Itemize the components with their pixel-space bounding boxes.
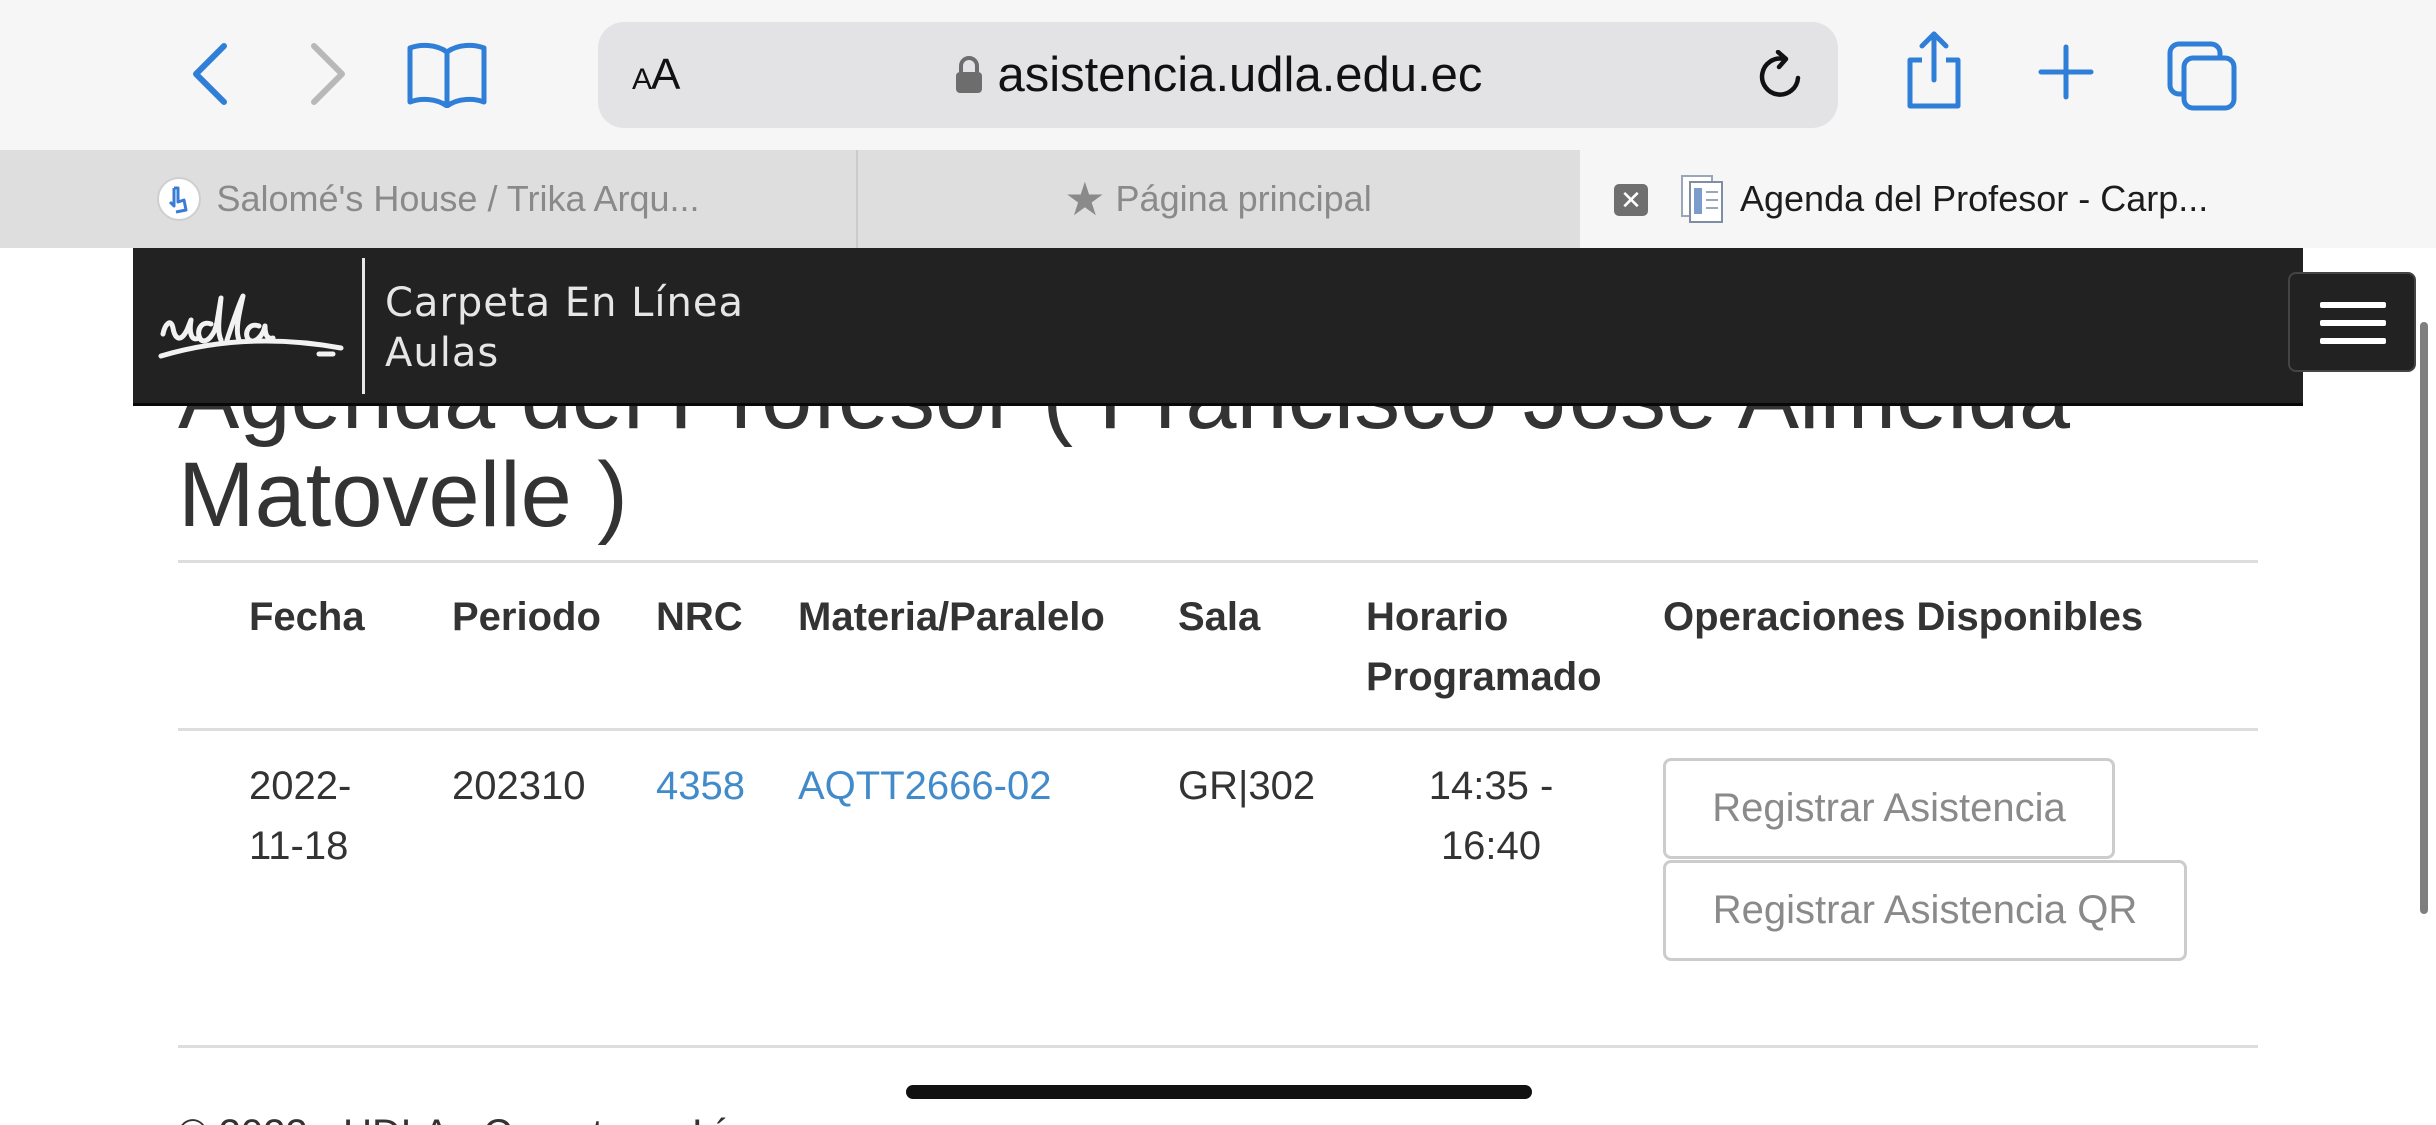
footer-text: © 2022 - UDLA - Carpeta en Lí...: [178, 1112, 759, 1125]
address-bar[interactable]: AA asistencia.udla.edu.ec: [598, 22, 1838, 128]
cell-periodo: 202310: [452, 764, 586, 808]
tabs-overview-icon[interactable]: [2166, 40, 2238, 112]
cell-horario-line1: 14:35 -: [1428, 764, 1554, 808]
favicon-icon: [157, 177, 202, 221]
col-horario-line2: Programado: [1366, 655, 1602, 699]
col-horario-line1: Horario: [1366, 595, 1509, 639]
materia-link[interactable]: AQTT2666-02: [798, 756, 1051, 816]
site-navbar: Carpeta En Línea Aulas: [133, 248, 2416, 406]
home-indicator: [906, 1085, 1532, 1099]
share-icon[interactable]: [1902, 30, 1966, 112]
tab-agenda-profesor[interactable]: ✕ Agenda del Profesor - Carp...: [1580, 150, 2304, 248]
forward-icon[interactable]: [302, 40, 352, 108]
cell-fecha: 2022- 11-18: [249, 756, 351, 876]
cell-fecha-line1: 2022-: [249, 764, 352, 808]
page-content: Agenda del Profesor ( Francisco José Alm…: [0, 248, 2436, 1125]
brand-line2: Aulas: [385, 330, 500, 376]
col-materia: Materia/Paralelo: [798, 595, 1105, 639]
tab-pagina-principal[interactable]: ★ Página principal: [858, 150, 1578, 248]
back-icon[interactable]: [186, 40, 236, 108]
url-text: asistencia.udla.edu.ec: [997, 48, 1483, 102]
tab-title: Agenda del Profesor - Carp...: [1740, 178, 2209, 219]
registrar-asistencia-button[interactable]: Registrar Asistencia: [1663, 758, 2115, 859]
scrollbar[interactable]: [2420, 322, 2428, 914]
menu-bar: [2320, 302, 2386, 308]
menu-toggle-button[interactable]: [2288, 272, 2416, 372]
udla-logo[interactable]: [155, 270, 355, 382]
cell-sala: GR|302: [1178, 764, 1316, 808]
cell-fecha-line2: 11-18: [249, 824, 349, 868]
tab-bar-edge: [2304, 150, 2436, 248]
col-nrc: NRC: [656, 595, 743, 639]
cell-horario: 14:35 - 16:40: [1366, 756, 1616, 876]
browser-toolbar: AA asistencia.udla.edu.ec: [0, 0, 2436, 150]
star-icon: ★: [1064, 173, 1106, 225]
lock-icon: [955, 56, 982, 93]
cell-horario-line2: 16:40: [1440, 824, 1542, 868]
registrar-asistencia-qr-button[interactable]: Registrar Asistencia QR: [1663, 860, 2187, 961]
col-operaciones: Operaciones Disponibles: [1663, 595, 2144, 639]
document-icon: [1681, 175, 1723, 223]
table-header-divider: [178, 728, 2258, 731]
new-tab-icon[interactable]: [2038, 44, 2094, 100]
tab-title: Página principal: [1115, 178, 1372, 219]
close-icon[interactable]: ✕: [1614, 184, 1648, 216]
menu-bar: [2320, 320, 2386, 326]
tab-title: Salomé's House / Trika Arqu...: [216, 178, 700, 219]
tab-salomes-house[interactable]: Salomé's House / Trika Arqu...: [0, 150, 856, 248]
brand-text[interactable]: Carpeta En Línea Aulas: [385, 278, 744, 378]
bookmarks-icon[interactable]: [406, 40, 488, 108]
footer-divider: [178, 1045, 2258, 1048]
col-horario: Horario Programado: [1366, 587, 1602, 707]
reload-icon[interactable]: [1754, 49, 1806, 107]
menu-bar: [2320, 338, 2386, 344]
brand-line1: Carpeta En Línea: [385, 280, 745, 326]
col-sala: Sala: [1178, 595, 1261, 639]
col-fecha: Fecha: [249, 595, 365, 639]
col-periodo: Periodo: [452, 595, 601, 639]
nrc-link[interactable]: 4358: [656, 756, 745, 816]
tab-bar: Salomé's House / Trika Arqu... ★ Página …: [0, 150, 2436, 249]
brand-divider: [362, 258, 365, 394]
divider: [178, 560, 2258, 563]
